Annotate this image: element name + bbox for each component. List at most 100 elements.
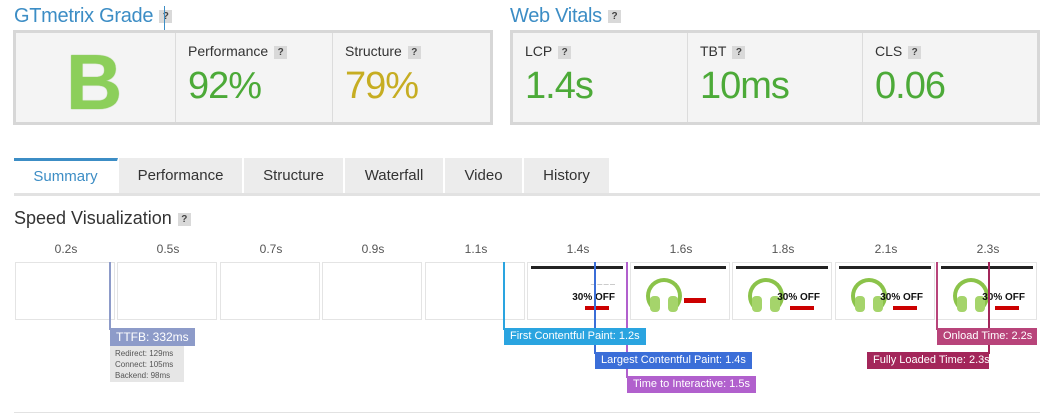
filmstrip-frame[interactable] [630, 262, 730, 320]
time-label: 1.8s [771, 242, 795, 256]
time-label: 0.9s [361, 242, 385, 256]
help-icon[interactable]: ? [274, 45, 288, 59]
tab-performance[interactable]: Performance [119, 158, 243, 194]
page-screenshot: — — — — 30% OFF [531, 266, 623, 316]
fully-loaded-tag: Fully Loaded Time: 2.3s [867, 352, 990, 369]
tbt-label-text: TBT [700, 43, 727, 59]
screenshot-cta [585, 306, 609, 310]
cls-label-text: CLS [875, 43, 903, 59]
web-vitals-panel: LCP? 1.4s TBT? 10ms CLS? 0.06 [510, 30, 1040, 125]
time-label: 2.1s [874, 242, 898, 256]
tab-video[interactable]: Video [445, 158, 523, 194]
help-icon[interactable]: ? [177, 212, 191, 226]
tbt-cell: TBT? 10ms [688, 33, 863, 122]
performance-label: Performance? [188, 43, 288, 59]
gtmetrix-grade-title: GTmetrix Grade? [14, 5, 173, 28]
screenshot-cta [995, 306, 1019, 310]
web-vitals-title-text: Web Vitals [510, 5, 602, 27]
screenshot-cta [893, 306, 917, 310]
lcp-value: 1.4s [525, 65, 594, 107]
page-screenshot: 30% OFF [839, 266, 931, 316]
filmstrip-frame[interactable] [322, 262, 422, 320]
headphone-earcup [668, 296, 678, 312]
tbt-value: 10ms [700, 65, 790, 107]
headphone-earcup [650, 296, 660, 312]
screenshot-nav-bar [941, 266, 1033, 269]
tabs-underline [14, 193, 1040, 196]
structure-value: 79% [345, 65, 419, 107]
filmstrip-frame[interactable] [220, 262, 320, 320]
help-icon[interactable]: ? [558, 45, 572, 59]
speed-visualization-title: Speed Visualization? [14, 208, 191, 229]
tab-structure[interactable]: Structure [244, 158, 344, 194]
cls-cell: CLS? 0.06 [863, 33, 1037, 122]
onload-marker [936, 262, 938, 330]
structure-cell: Structure? 79% [333, 33, 490, 122]
filmstrip-frame[interactable]: — — — — 30% OFF [527, 262, 627, 320]
tab-summary[interactable]: Summary [14, 158, 118, 194]
tti-tag: Time to Interactive: 1.5s [627, 376, 756, 393]
grade-letter: B [66, 38, 123, 126]
help-icon[interactable]: ? [407, 45, 421, 59]
performance-label-text: Performance [188, 43, 269, 59]
performance-cell: Performance? 92% [176, 33, 333, 122]
headphone-earcup [855, 296, 865, 312]
headphone-earcup [957, 296, 967, 312]
ttfb-redirect: Redirect: 129ms [115, 349, 174, 358]
lcp-label: LCP? [525, 43, 572, 59]
tab-history[interactable]: History [524, 158, 610, 194]
structure-label-text: Structure [345, 43, 402, 59]
time-label: 0.2s [54, 242, 78, 256]
page-screenshot: 30% OFF [941, 266, 1033, 316]
screenshot-nav-bar [531, 266, 623, 269]
help-icon[interactable]: ? [908, 45, 922, 59]
filmstrip-frame[interactable] [425, 262, 525, 320]
time-label: 0.5s [156, 242, 180, 256]
cls-label: CLS? [875, 43, 922, 59]
structure-label: Structure? [345, 43, 421, 59]
web-vitals-title: Web Vitals? [510, 5, 621, 28]
ttfb-tag: TTFB: 332ms [110, 328, 195, 346]
screenshot-nav-bar [736, 266, 828, 269]
lcp-label-text: LCP [525, 43, 553, 59]
fcp-tag: First Contentful Paint: 1.2s [504, 328, 646, 345]
ttfb-details: Redirect: 129ms Connect: 105ms Backend: … [110, 346, 184, 382]
headphone-earcup [752, 296, 762, 312]
page-screenshot [634, 266, 726, 316]
time-label: 0.7s [259, 242, 283, 256]
screenshot-cta [790, 306, 814, 310]
screenshot-nav-bar [839, 266, 931, 269]
screenshot-nav-bar [634, 266, 726, 269]
filmstrip-frame[interactable]: 30% OFF [835, 262, 935, 320]
time-label: 1.1s [464, 242, 488, 256]
time-label: 2.3s [976, 242, 1000, 256]
tab-waterfall[interactable]: Waterfall [345, 158, 444, 194]
ttfb-marker [109, 262, 111, 330]
time-label: 1.6s [669, 242, 693, 256]
grade-panel: B Performance? 92% Structure? 79% [13, 30, 493, 126]
time-label: 1.4s [566, 242, 590, 256]
help-icon[interactable]: ? [159, 10, 173, 24]
onload-tag: Onload Time: 2.2s [937, 328, 1037, 345]
filmstrip-frame[interactable]: 30% OFF [732, 262, 832, 320]
bottom-divider [14, 412, 1040, 413]
gtmetrix-grade-title-text: GTmetrix Grade [14, 5, 154, 27]
fcp-marker [503, 262, 505, 330]
help-icon[interactable]: ? [607, 10, 621, 24]
performance-value: 92% [188, 65, 262, 107]
grade-letter-cell: B [16, 33, 176, 126]
cls-value: 0.06 [875, 65, 946, 107]
screenshot-cta [684, 298, 706, 303]
speed-visualization-title-text: Speed Visualization [14, 208, 172, 228]
tbt-label: TBT? [700, 43, 746, 59]
lcp-cell: LCP? 1.4s [513, 33, 688, 122]
screenshot-promo-text: 30% OFF [777, 292, 820, 303]
filmstrip-frame[interactable] [15, 262, 115, 320]
filmstrip-frame[interactable]: 30% OFF [937, 262, 1037, 320]
ttfb-connect: Connect: 105ms [115, 360, 174, 369]
ttfb-backend: Backend: 98ms [115, 371, 171, 380]
filmstrip-frame[interactable] [117, 262, 217, 320]
lcp-tag: Largest Contentful Paint: 1.4s [595, 352, 752, 369]
help-icon[interactable]: ? [732, 45, 746, 59]
page-screenshot: 30% OFF [736, 266, 828, 316]
